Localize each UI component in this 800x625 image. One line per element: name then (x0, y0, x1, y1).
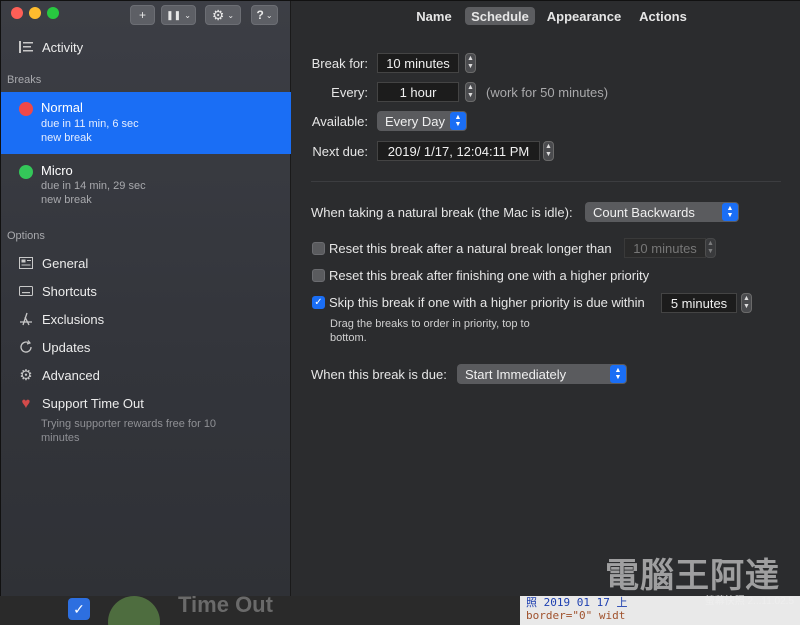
sidebar-item-label: Updates (42, 339, 91, 355)
skip-checkbox[interactable]: ✓ (312, 296, 325, 309)
watermark-logo: 電腦王阿達 (605, 557, 780, 595)
reset-priority-checkbox[interactable] (312, 269, 325, 282)
reset-natural-checkbox[interactable] (312, 242, 325, 255)
reset-natural-stepper[interactable]: ▲ ▼ (705, 238, 716, 258)
tab-name[interactable]: Name (413, 7, 455, 25)
break-color-dot (19, 165, 33, 179)
skip-stepper[interactable]: ▲ ▼ (741, 293, 752, 313)
minimize-window-button[interactable] (29, 7, 41, 19)
gear-icon: ⚙ (211, 6, 225, 23)
tab-bar: Name Schedule Appearance Actions (291, 7, 800, 27)
every-label: Every: (331, 85, 368, 100)
reset-natural-field[interactable]: 10 minutes (624, 238, 706, 258)
break-due: due in 14 min, 29 sec (41, 180, 146, 192)
available-popup[interactable]: Every Day ▲ ▼ (377, 111, 467, 131)
natural-break-value: Count Backwards (593, 204, 695, 220)
break-for-stepper[interactable]: ▲ ▼ (465, 53, 476, 73)
due-action-value: Start Immediately (465, 366, 567, 382)
break-for-field[interactable]: 10 minutes (377, 53, 459, 73)
tab-appearance[interactable]: Appearance (546, 7, 622, 25)
gear-icon: ⚙ (19, 367, 33, 384)
app-icon (108, 596, 160, 625)
question-icon: ? (256, 8, 264, 22)
chevron-updown-icon: ▲ ▼ (610, 365, 626, 383)
break-status: new break (41, 132, 92, 144)
every-stepper[interactable]: ▲ ▼ (465, 82, 476, 102)
sidebar-item-support[interactable]: ♥ Support Time Out (1, 393, 291, 413)
background-title: Time Out (178, 596, 273, 617)
sidebar-item-label: General (42, 255, 89, 271)
app-store-icon (18, 311, 34, 327)
sidebar-item-label: Advanced (42, 367, 100, 383)
sidebar-item-activity[interactable]: Activity (1, 37, 291, 57)
section-divider (311, 181, 781, 182)
sidebar-item-shortcuts[interactable]: Shortcuts (1, 281, 291, 301)
chevron-updown-icon: ▲ ▼ (450, 112, 466, 130)
add-break-button[interactable]: + (130, 5, 155, 25)
screenshot-file-label: 螢幕快照 2...11.02.5 (704, 596, 794, 607)
drag-help-text: Drag the breaks to order in priority, to… (330, 318, 530, 344)
sidebar-item-label: Shortcuts (42, 283, 97, 299)
refresh-icon (18, 339, 34, 355)
sidebar: + ❚❚ ⌄ ⚙ ⌄ ? ⌄ Activity Breaks Normal due i… (1, 1, 291, 597)
settings-menu-button[interactable]: ⚙ ⌄ (205, 5, 241, 25)
plus-icon: + (138, 8, 146, 22)
skip-field[interactable]: 5 minutes (661, 293, 737, 313)
zoom-window-button[interactable] (47, 7, 59, 19)
skip-label: Skip this break if one with a higher pri… (329, 295, 645, 310)
next-due-field[interactable]: 2019/ 1/17, 12:04:11 PM (377, 141, 540, 161)
keyboard-icon (18, 283, 34, 299)
pause-icon: ❚❚ (166, 9, 182, 20)
break-status: new break (41, 194, 92, 206)
sidebar-item-updates[interactable]: Updates (1, 337, 291, 357)
heart-icon: ♥ (21, 394, 31, 412)
break-due: due in 11 min, 6 sec (41, 118, 139, 130)
code-line: border="0" widt (526, 609, 626, 622)
sidebar-item-exclusions[interactable]: Exclusions (1, 309, 291, 329)
natural-break-label: When taking a natural break (the Mac is … (311, 205, 573, 220)
work-duration-note: (work for 50 minutes) (486, 85, 609, 100)
chevron-updown-icon: ▲ ▼ (722, 203, 738, 221)
checkbox-icon: ✓ (68, 598, 90, 620)
sidebar-item-advanced[interactable]: ⚙ Advanced (1, 365, 291, 385)
next-due-label: Next due: (312, 144, 368, 159)
close-window-button[interactable] (11, 7, 23, 19)
sidebar-item-general[interactable]: General (1, 253, 291, 273)
every-field[interactable]: 1 hour (377, 82, 459, 102)
background-desktop: ✓ Time Out 照 2019 01 17 上 border="0" wid… (0, 596, 800, 625)
sidebar-item-label: Support Time Out (42, 395, 144, 411)
help-menu-button[interactable]: ? ⌄ (251, 5, 278, 25)
break-name: Normal (41, 100, 83, 115)
main-panel: Name Schedule Appearance Actions Break f… (291, 1, 800, 597)
available-value: Every Day (385, 113, 445, 129)
support-note: Trying supporter rewards free for 10 min… (41, 418, 217, 444)
list-icon (18, 39, 34, 55)
natural-break-popup[interactable]: Count Backwards ▲ ▼ (585, 202, 739, 222)
checkmark-icon: ✓ (314, 297, 323, 308)
reset-natural-label: Reset this break after a natural break l… (329, 241, 612, 256)
break-name: Micro (41, 163, 73, 178)
tab-actions[interactable]: Actions (635, 7, 691, 25)
options-heading: Options (7, 230, 45, 242)
due-action-label: When this break is due: (311, 367, 447, 382)
breaks-heading: Breaks (7, 74, 42, 86)
chevron-down-icon: ⌄ (227, 10, 235, 20)
app-window: + ❚❚ ⌄ ⚙ ⌄ ? ⌄ Activity Breaks Normal due i… (0, 0, 800, 597)
reset-priority-label: Reset this break after finishing one wit… (329, 268, 650, 283)
general-icon (18, 255, 34, 271)
break-item-micro[interactable]: Micro due in 14 min, 29 sec new break (1, 155, 291, 217)
due-action-popup[interactable]: Start Immediately ▲ ▼ (457, 364, 627, 384)
available-label: Available: (311, 114, 368, 129)
chevron-down-icon: ⌄ (184, 10, 191, 20)
sidebar-item-label: Activity (42, 39, 84, 55)
next-due-stepper[interactable]: ▲ ▼ (543, 141, 554, 161)
pause-menu-button[interactable]: ❚❚ ⌄ (161, 5, 196, 25)
tab-schedule[interactable]: Schedule (465, 7, 535, 25)
break-item-normal[interactable]: Normal due in 11 min, 6 sec new break (1, 92, 291, 154)
break-for-label: Break for: (311, 56, 368, 71)
sidebar-item-label: Exclusions (42, 311, 105, 327)
title-bar: + ❚❚ ⌄ ⚙ ⌄ ? ⌄ (1, 1, 290, 29)
chevron-down-icon: ⌄ (265, 10, 273, 20)
break-color-dot (19, 102, 33, 116)
